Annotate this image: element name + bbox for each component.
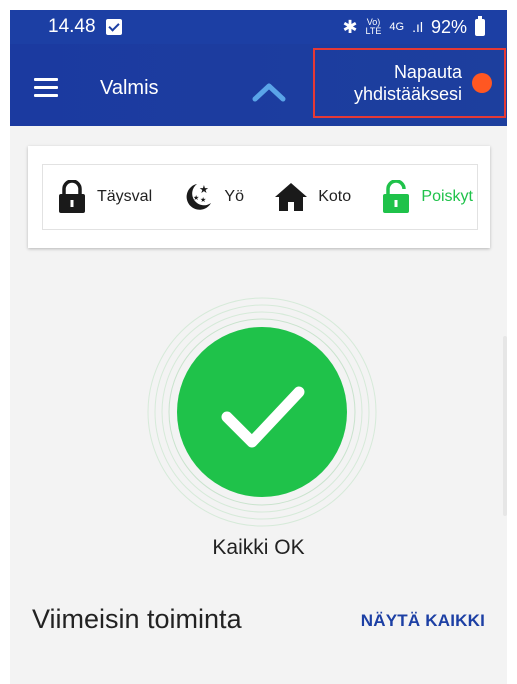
connect-label: Napauta yhdistääksesi [353,62,462,104]
mode-label: Koto [318,188,352,205]
mode-label: Yö [224,188,244,205]
checkbox-notification-icon [105,19,122,35]
signal-icon: .ıl [412,19,423,35]
status-bar: 14.48 ✱ Vo) LTE 4G .ıl 92% [10,10,507,44]
home-icon [275,183,308,211]
mode-label: Täysval [97,188,153,205]
battery-percent: 92% [430,16,467,37]
chevron-up-icon[interactable] [252,80,286,102]
recent-activity-title: Viimeisin toiminta [32,604,242,634]
battery-icon [475,15,485,36]
lock-closed-icon [59,180,85,213]
arming-mode-card: Täysval ★ ★ ★ Yö Koto Poiskyt [28,146,490,248]
connection-status-dot [472,73,492,93]
moon-stars-icon: ★ ★ ★ [186,183,212,210]
mode-home[interactable]: Koto [274,182,351,212]
network-gen-indicator: 4G [389,21,405,33]
mode-full-arm[interactable]: Täysval [57,180,152,214]
svg-text:★: ★ [193,194,199,202]
app-bar-title: Valmis [100,77,159,99]
mode-night[interactable]: ★ ★ ★ Yö [182,181,244,213]
mode-disarm[interactable]: Poiskyt [381,180,473,214]
status-right: ✱ Vo) LTE 4G .ıl 92% [342,15,485,38]
svg-text:★: ★ [200,196,206,204]
menu-icon[interactable] [34,78,58,97]
svg-text:★: ★ [199,183,209,196]
app-bar: Valmis Napauta yhdistääksesi [10,44,507,126]
status-time: 14.48 [48,16,96,37]
lock-open-icon [383,180,410,213]
status-text: Kaikki OK [212,536,305,559]
bluetooth-icon: ✱ [342,16,358,37]
status-left: 14.48 [48,16,122,38]
status-indicator [147,297,377,527]
connect-button[interactable]: Napauta yhdistääksesi [313,48,506,118]
mode-label: Poiskyt [421,188,473,205]
volte-indicator: Vo) LTE [365,17,382,36]
arming-mode-selector: Täysval ★ ★ ★ Yö Koto Poiskyt [42,164,478,230]
main-content: Täysval ★ ★ ★ Yö Koto Poiskyt Kaikki OK … [10,126,507,684]
scrollbar[interactable] [503,336,507,516]
show-all-link[interactable]: NÄYTÄ KAIKKI [361,611,485,631]
